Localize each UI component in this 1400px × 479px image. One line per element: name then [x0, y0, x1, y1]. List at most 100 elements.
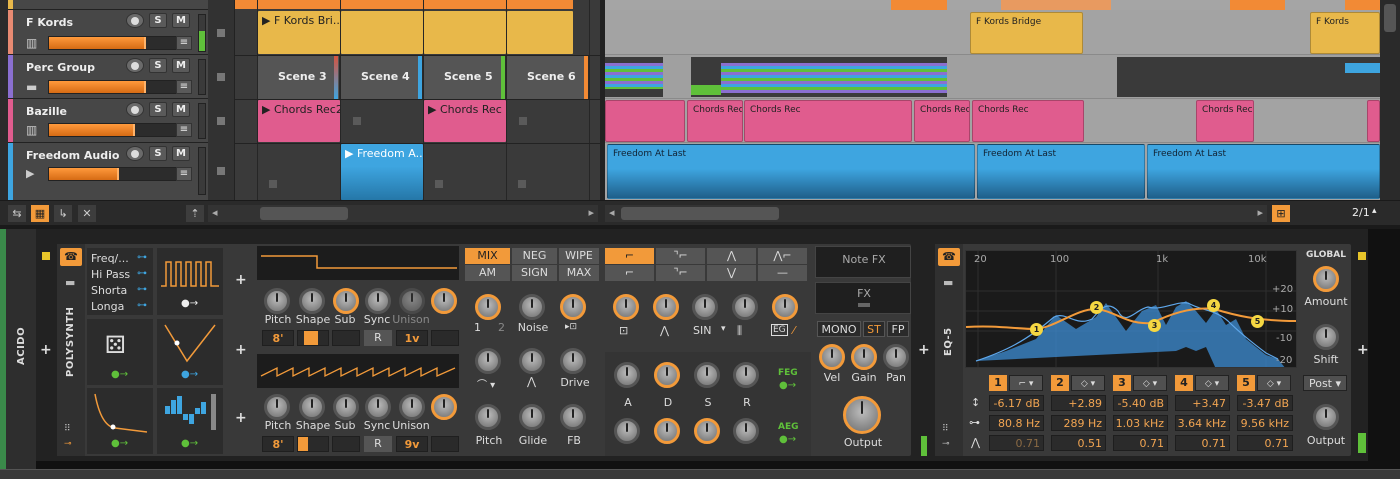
band-type-select[interactable]: ◇ ▾ [1071, 375, 1105, 391]
close-icon[interactable]: ✕ [78, 205, 96, 222]
stop-button[interactable] [217, 73, 225, 81]
scroll-right-icon[interactable]: ▸ [1257, 206, 1263, 219]
osc1-sync-mode[interactable]: R [364, 330, 392, 346]
keytrack-icon[interactable]: ⫼ [737, 324, 742, 338]
gain-knob[interactable] [851, 344, 877, 370]
filter-eg-label[interactable]: EG [771, 324, 788, 336]
band-freq[interactable]: 80.8 Hz [989, 415, 1044, 431]
mod-arrow-icon[interactable]: ●→ [181, 438, 198, 449]
stop-button[interactable] [217, 167, 225, 175]
chevron-down-icon[interactable]: ▾ [721, 324, 726, 334]
folder-icon[interactable]: ▬ [65, 276, 75, 289]
scene-3[interactable]: Scene 3 [258, 56, 340, 99]
modulator-arrow-icon[interactable]: ⊸ [942, 439, 950, 449]
zoom-fit-icon[interactable]: ⊞ [1272, 205, 1290, 222]
launcher-clip[interactable]: ▶ Freedom A... [341, 144, 423, 200]
arranger-clip[interactable]: Chords Rec [744, 100, 912, 142]
grid-icon[interactable]: ▦ [31, 205, 49, 222]
mix-mode-max[interactable]: MAX [559, 265, 599, 281]
mix-mode-am[interactable]: AM [465, 265, 510, 281]
pitch-mod-knob[interactable] [475, 404, 501, 430]
post-select[interactable]: Post ▾ [1303, 375, 1347, 391]
band-gain[interactable]: -3.47 dB [1237, 395, 1293, 411]
launcher-clip[interactable] [507, 11, 573, 54]
scroll-left-icon[interactable]: ◂ [212, 206, 218, 219]
band-freq[interactable]: 3.64 kHz [1175, 415, 1230, 431]
band-type-select[interactable]: ◇ ▾ [1257, 375, 1291, 391]
macro-item[interactable]: Hi Pass [91, 268, 130, 281]
slope-icon[interactable]: ⁄ [793, 324, 795, 337]
filter-lowpass-icon[interactable]: ⌐ [605, 248, 654, 264]
eq-band-node[interactable]: 3 [1148, 319, 1161, 332]
record-arm-button[interactable] [126, 102, 144, 117]
osc2-shape-knob[interactable] [299, 394, 325, 420]
solo-button[interactable]: S [149, 102, 167, 117]
osc2-shape-bar[interactable] [297, 436, 329, 452]
osc2-unison-select[interactable]: 9v [396, 436, 428, 452]
random-modulator[interactable]: ⚄ ●→ [87, 319, 153, 385]
arranger-clip[interactable] [721, 57, 947, 97]
arranger-hscroll[interactable]: ◂ ▸ [605, 205, 1267, 222]
osc1-sync-knob[interactable] [365, 288, 391, 314]
filter-keytrack-knob[interactable] [732, 294, 758, 320]
launcher-hscroll[interactable]: ◂ ▸ [208, 205, 598, 222]
arranger-clip[interactable] [605, 57, 663, 97]
osc2-octave-select[interactable]: 8' [262, 436, 294, 452]
scroll-left-icon[interactable]: ◂ [609, 206, 615, 219]
filter-eg-knob[interactable] [772, 294, 798, 320]
menu-icon[interactable]: ≡ [176, 36, 192, 50]
arranger-clip[interactable]: Chords Rec [687, 100, 743, 142]
osc2-sub-bar[interactable] [332, 436, 360, 452]
band-freq[interactable]: 1.03 kHz [1113, 415, 1168, 431]
note-fx-slot[interactable]: Note FX [815, 246, 911, 278]
filter-cutoff-knob[interactable] [613, 294, 639, 320]
arranger-clip[interactable] [1367, 100, 1380, 142]
modulator-grid-icon[interactable]: ⠿ [942, 424, 949, 434]
link-icon[interactable]: ⊡ [619, 324, 628, 337]
arranger-clip[interactable]: Freedom At Last [1147, 144, 1380, 199]
aeg-decay-knob[interactable] [654, 418, 680, 444]
filter-notch-icon[interactable]: ⋁ [707, 265, 756, 281]
launcher-clip[interactable]: ▶ Chords Rec2 [258, 100, 340, 142]
osc1-octave-select[interactable]: 8' [262, 330, 294, 346]
feg-sustain-knob[interactable] [694, 362, 720, 388]
solo-button[interactable]: S [149, 13, 167, 28]
modulator-arrow-icon[interactable]: ⊸ [64, 439, 72, 449]
menu-icon[interactable]: ≡ [176, 123, 192, 137]
feg-release-knob[interactable] [733, 362, 759, 388]
band-type-select[interactable]: ◇ ▾ [1195, 375, 1229, 391]
lfo-modulator[interactable]: ●→ [157, 248, 223, 315]
arranger-vscroll[interactable] [1380, 0, 1400, 200]
stop-button[interactable] [217, 29, 225, 37]
drive-knob[interactable] [560, 348, 586, 374]
launcher-clip[interactable]: ▶ Chords Rec [424, 100, 506, 142]
scroll-right-icon[interactable]: ▸ [588, 206, 594, 219]
mix-mode-wipe[interactable]: WIPE [559, 248, 599, 264]
step-modulator[interactable]: ●→ [157, 388, 223, 454]
mod-arrow-icon[interactable]: ●→ [181, 369, 198, 380]
osc2-width-bar[interactable] [431, 436, 459, 452]
osc2-pitch-knob[interactable] [264, 394, 290, 420]
fp-toggle[interactable]: FP [887, 321, 909, 337]
eq-graph[interactable]: 20 100 1k 10k +20 +10 -10 -20 1 2 3 4 5 [965, 250, 1297, 368]
osc1-width-knob[interactable] [431, 288, 457, 314]
osc1-sub-bar[interactable] [332, 330, 360, 346]
mute-button[interactable]: M [172, 58, 190, 73]
osc2-width-knob[interactable] [431, 394, 457, 420]
shape-amount-knob[interactable] [519, 348, 545, 374]
fx-slot[interactable]: FX [815, 282, 911, 314]
osc1-shape-bar[interactable] [297, 330, 329, 346]
eq-band-node[interactable]: 4 [1207, 299, 1220, 312]
mod-arrow-icon[interactable]: ⊶ [137, 268, 147, 279]
shift-knob[interactable] [1313, 324, 1339, 350]
track-header-freedom-audio[interactable]: Freedom Audio S M ▶ ≡ [8, 143, 208, 200]
mix-mode-mix[interactable]: MIX [465, 248, 510, 264]
band-freq[interactable]: 289 Hz [1051, 415, 1106, 431]
osc2-unison-knob[interactable] [399, 394, 425, 420]
filter-wave-select[interactable]: SIN [693, 324, 711, 337]
band-q[interactable]: 0.71 [1237, 435, 1293, 451]
band-number[interactable]: 1 [989, 375, 1007, 391]
zoom-level[interactable]: 2/1 [1352, 206, 1370, 219]
band-gain[interactable]: -5.40 dB [1113, 395, 1168, 411]
device-power-icon[interactable]: ☎ [938, 248, 960, 266]
